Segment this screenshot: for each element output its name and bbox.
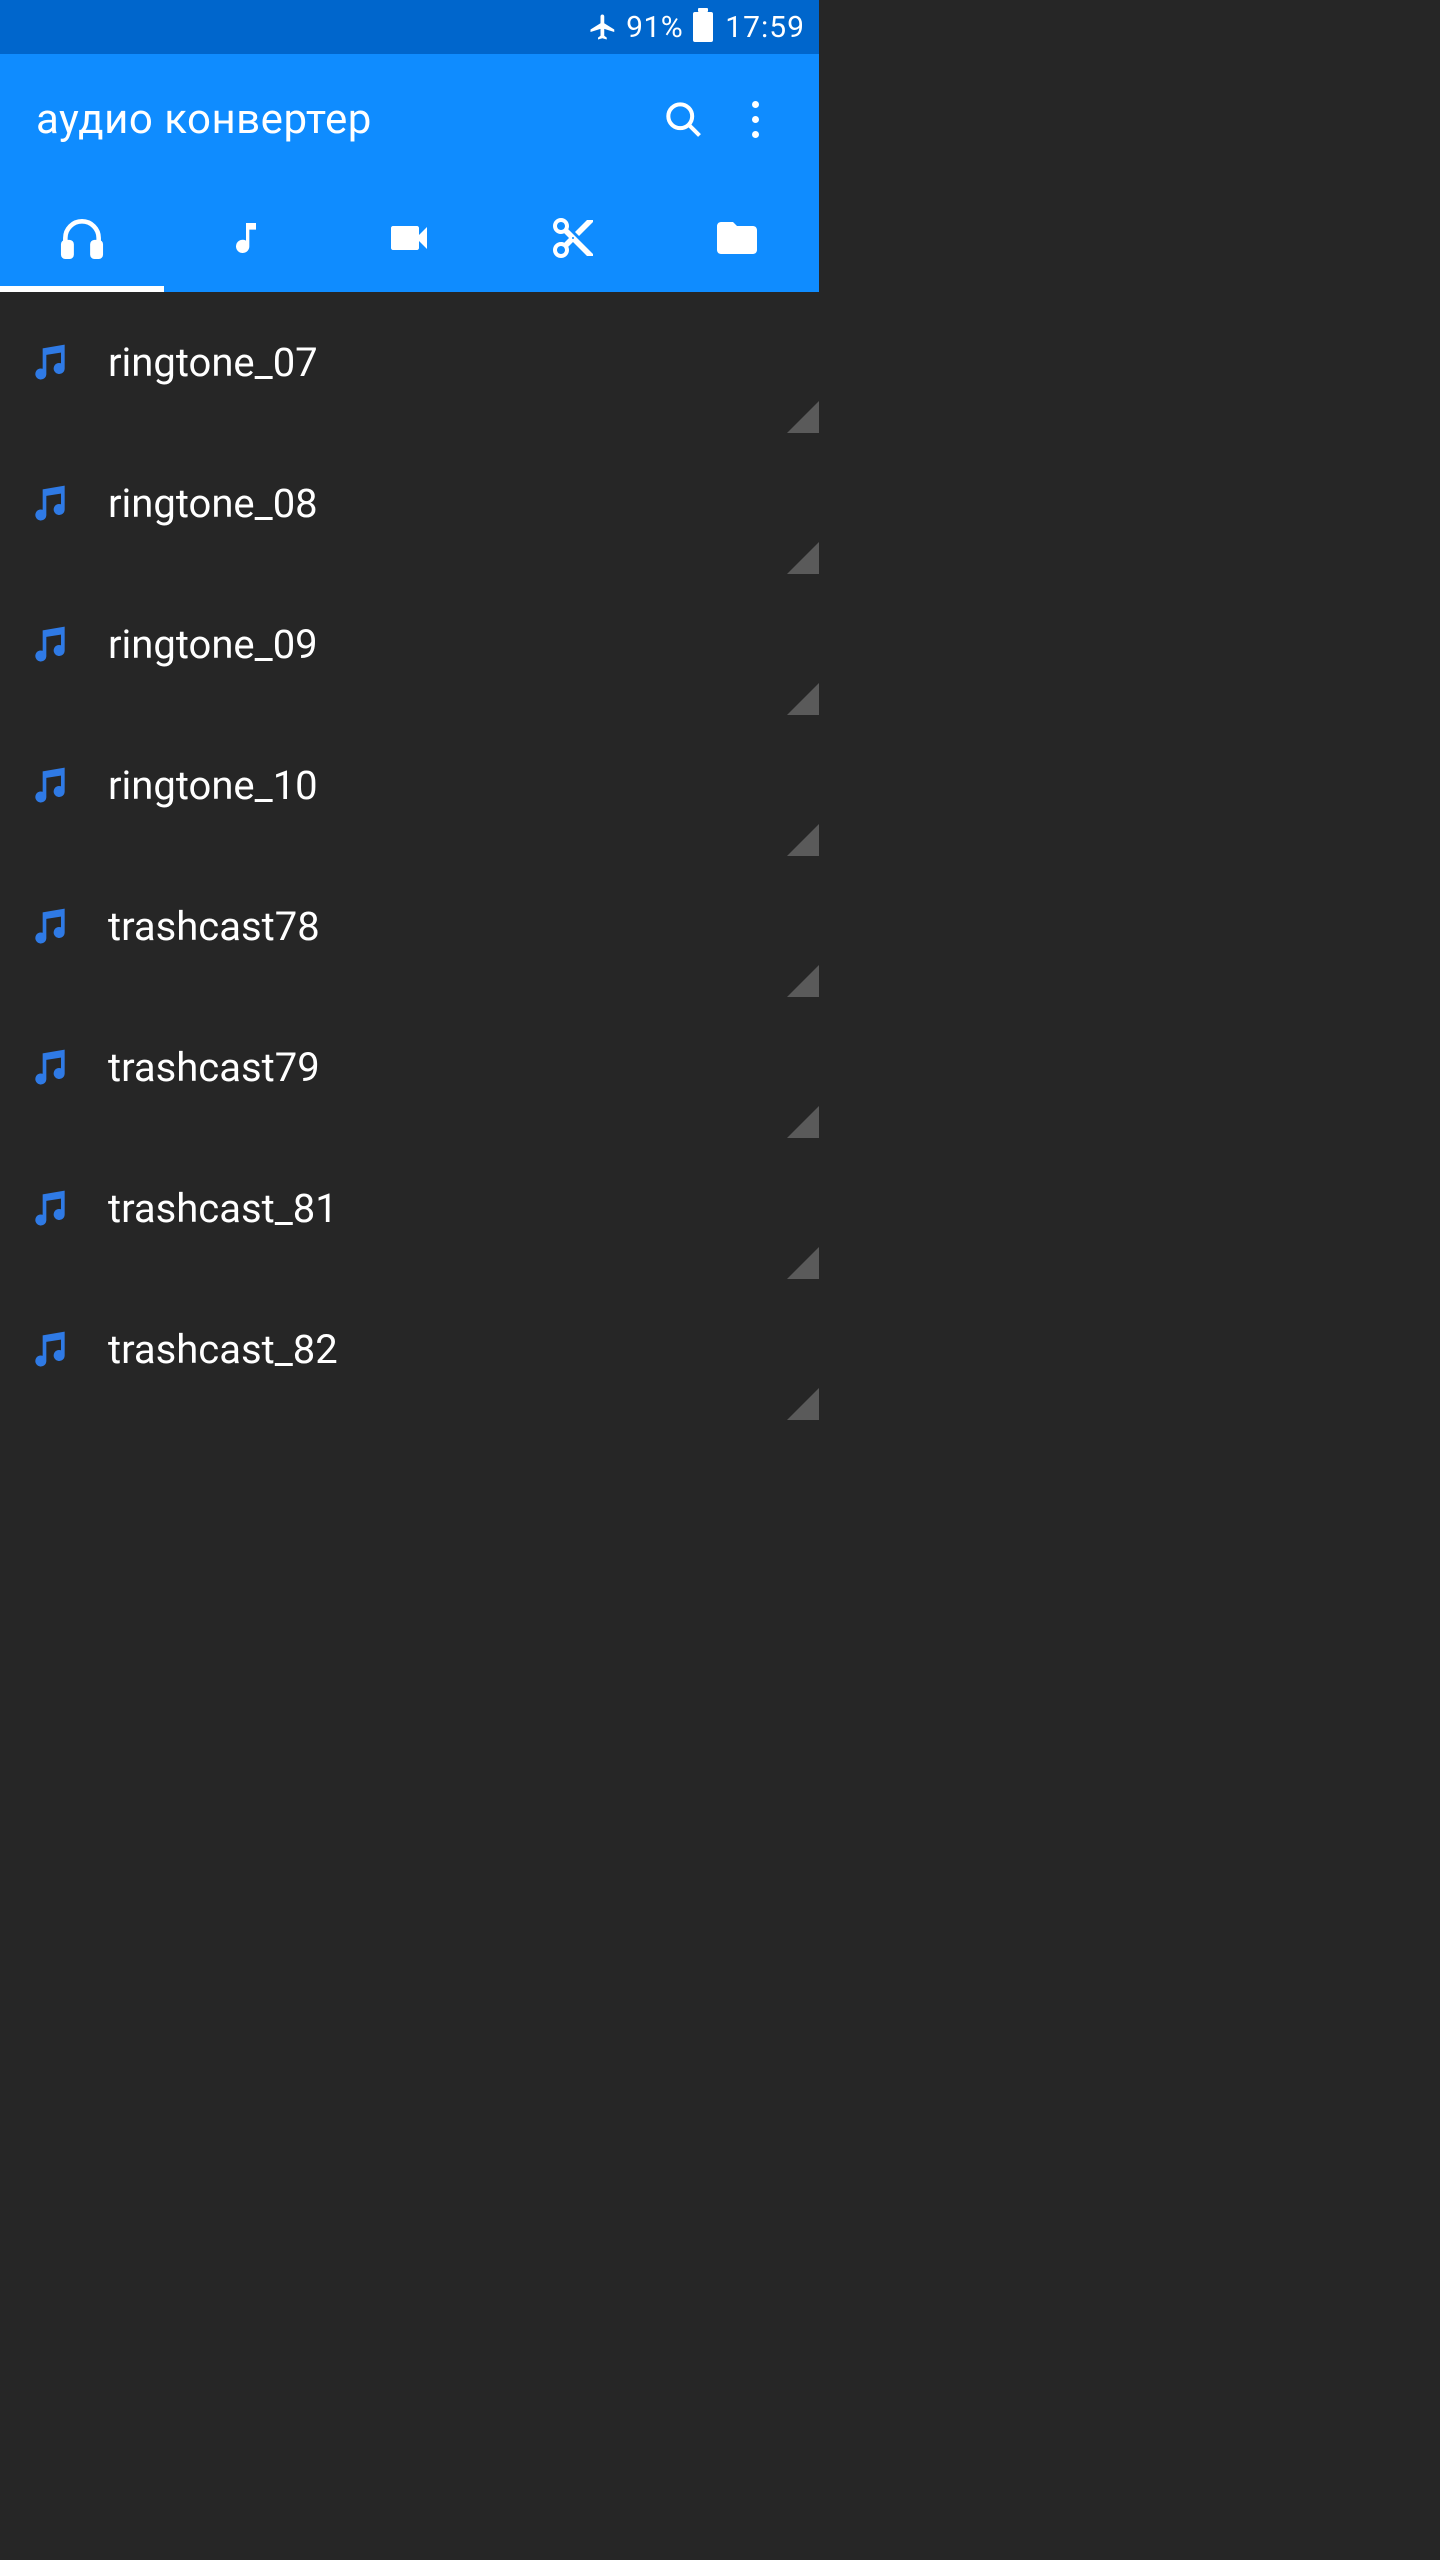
list-item[interactable]: trashcast78 (0, 856, 819, 997)
list-item[interactable]: ringtone_09 (0, 574, 819, 715)
music-file-icon (26, 762, 74, 810)
video-icon (385, 214, 433, 262)
folder-icon (713, 214, 761, 262)
resize-corner-icon (787, 1106, 819, 1138)
resize-corner-icon (787, 683, 819, 715)
list-item[interactable]: ringtone_10 (0, 715, 819, 856)
music-file-icon (26, 339, 74, 387)
app-bar: аудио конвертер (0, 54, 819, 184)
tab-video[interactable] (328, 184, 492, 292)
status-time: 17:59 (725, 10, 805, 45)
music-file-icon (26, 1044, 74, 1092)
music-file-icon (26, 903, 74, 951)
battery-percent: 91% (626, 10, 683, 45)
status-bar: 91% 17:59 (0, 0, 819, 54)
scissors-icon (549, 214, 597, 262)
tab-folder[interactable] (655, 184, 819, 292)
file-name: trashcast79 (108, 1044, 320, 1091)
resize-corner-icon (787, 965, 819, 997)
tab-bar (0, 184, 819, 292)
list-item[interactable]: trashcast79 (0, 997, 819, 1138)
resize-corner-icon (787, 1388, 819, 1420)
music-file-icon (26, 1185, 74, 1233)
resize-corner-icon (787, 401, 819, 433)
file-name: ringtone_09 (108, 621, 318, 668)
resize-corner-icon (787, 824, 819, 856)
music-file-icon (26, 1326, 74, 1374)
list-item[interactable]: trashcast_82 (0, 1279, 819, 1420)
file-name: ringtone_07 (108, 339, 318, 386)
more-vert-icon (752, 101, 759, 138)
overflow-menu-button[interactable] (719, 83, 791, 155)
headphones-icon (57, 213, 107, 263)
file-name: ringtone_08 (108, 480, 318, 527)
tab-headphones[interactable] (0, 184, 164, 292)
file-list: ringtone_07 ringtone_08 ringtone_09rington… (0, 292, 819, 1420)
search-button[interactable] (647, 83, 719, 155)
list-item[interactable]: ringtone_08 (0, 433, 819, 574)
search-icon (661, 97, 705, 141)
list-item[interactable]: ringtone_07 (0, 292, 819, 433)
music-file-icon (26, 621, 74, 669)
battery-icon (693, 12, 713, 42)
list-item[interactable]: trashcast_81 (0, 1138, 819, 1279)
resize-corner-icon (787, 542, 819, 574)
file-name: trashcast_81 (108, 1185, 338, 1232)
tab-cut[interactable] (491, 184, 655, 292)
file-name: trashcast78 (108, 903, 320, 950)
airplane-mode-icon (588, 12, 618, 42)
file-name: trashcast_82 (108, 1326, 338, 1373)
file-name: ringtone_10 (108, 762, 318, 809)
music-file-icon (26, 480, 74, 528)
tab-music[interactable] (164, 184, 328, 292)
app-title: аудио конвертер (36, 95, 647, 144)
resize-corner-icon (787, 1247, 819, 1279)
music-note-icon (226, 218, 266, 258)
